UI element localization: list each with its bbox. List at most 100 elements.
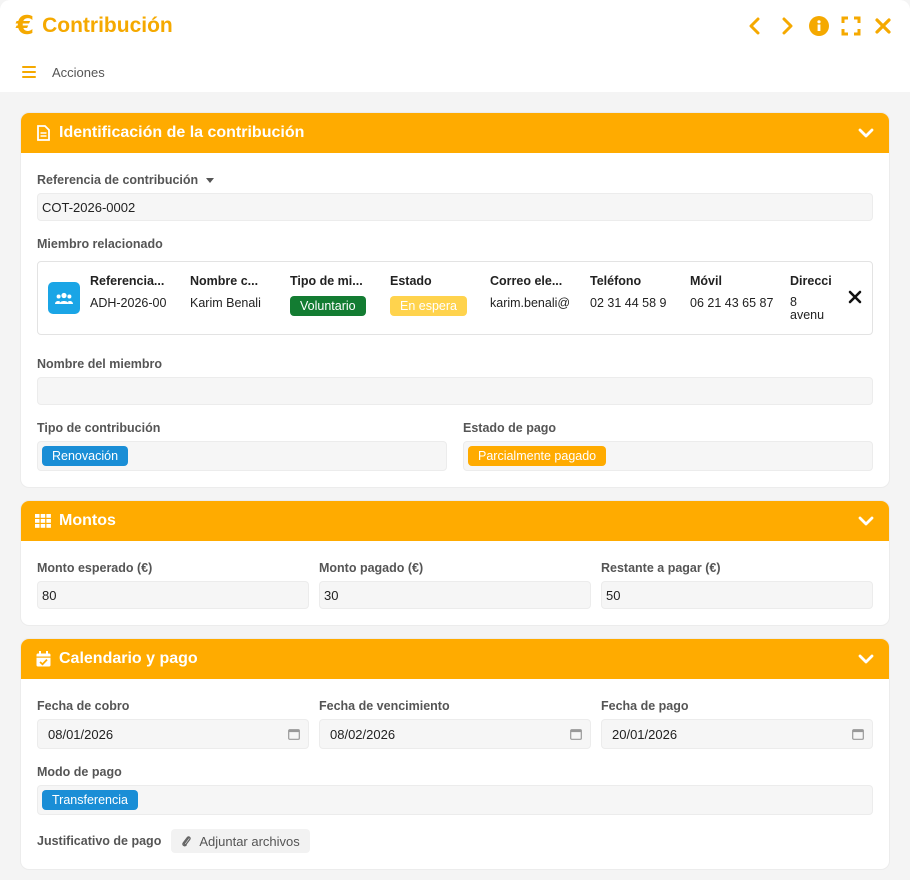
collect-date-label: Fecha de cobro: [37, 699, 130, 713]
calendar-icon[interactable]: [852, 728, 864, 740]
member-header: Tipo de mi...: [290, 274, 363, 288]
member-col-name: Nombre c... Karim Benali: [190, 274, 290, 322]
member-col-email: Correo ele... karim.benali@: [490, 274, 590, 322]
chevron-down-icon[interactable]: [857, 512, 875, 530]
pay-date-field: Fecha de pago 20/01/2026: [601, 699, 873, 749]
caret-down-icon[interactable]: [206, 177, 215, 183]
member-col-reference: Referencia... ADH-2026-00: [90, 274, 190, 322]
document-icon: [35, 125, 51, 141]
type-label: Tipo de contribución: [37, 421, 161, 435]
attach-files-button[interactable]: Adjuntar archivos: [171, 829, 310, 853]
paperclip-icon: [182, 836, 192, 847]
payment-status-select[interactable]: Parcialmente pagado: [463, 441, 873, 471]
section-amounts: Montos Monto esperado (€) 80 Monto pagad…: [21, 501, 889, 625]
member-header: Estado: [390, 274, 432, 288]
member-header: Teléfono: [590, 274, 642, 288]
payment-status-badge: Parcialmente pagado: [468, 446, 607, 466]
close-icon[interactable]: [872, 15, 894, 37]
member-header: Referencia...: [90, 274, 165, 288]
calendar-icon[interactable]: [288, 728, 300, 740]
type-select[interactable]: Renovación: [37, 441, 447, 471]
due-date-label: Fecha de vencimiento: [319, 699, 450, 713]
dates-row: Fecha de cobro 08/01/2026 Fecha de venci…: [37, 699, 873, 749]
section-title: Identificación de la contribución: [59, 124, 305, 141]
section-body-calendar: Fecha de cobro 08/01/2026 Fecha de venci…: [21, 679, 889, 869]
section-calendar: Calendario y pago Fecha de cobro 08/01/2…: [21, 639, 889, 869]
member-header: Móvil: [690, 274, 722, 288]
member-status-badge: En espera: [390, 296, 467, 316]
section-identification: Identificación de la contribución Refere…: [21, 113, 889, 487]
member-name-label: Nombre del miembro: [37, 357, 163, 371]
section-title: Calendario y pago: [59, 650, 198, 667]
remaining-field: Restante a pagar (€) 50: [601, 561, 873, 609]
section-title: Montos: [59, 512, 116, 529]
remove-member-icon[interactable]: [848, 290, 862, 304]
paid-field: Monto pagado (€) 30: [319, 561, 591, 609]
member-phone: 02 31 44 58 9: [590, 296, 667, 310]
expected-label: Monto esperado (€): [37, 561, 153, 575]
contribution-window: € Contribución Acciones Identificación d…: [0, 0, 910, 880]
member-type-badge: Voluntario: [290, 296, 366, 316]
info-icon[interactable]: [808, 15, 830, 37]
calendar-check-icon: [35, 651, 51, 667]
actions-menu[interactable]: Acciones: [52, 65, 105, 80]
member-reference: ADH-2026-00: [90, 296, 167, 310]
pay-date-label: Fecha de pago: [601, 699, 689, 713]
collect-date-value: 08/01/2026: [48, 726, 114, 742]
toolbar: Acciones: [0, 52, 910, 92]
window-actions: [744, 15, 894, 37]
member-col-status: Estado En espera: [390, 274, 490, 322]
due-date-field: Fecha de vencimiento 08/02/2026: [319, 699, 591, 749]
remaining-input[interactable]: 50: [601, 581, 873, 609]
expected-field: Monto esperado (€) 80: [37, 561, 309, 609]
proof-label: Justificativo de pago: [37, 834, 162, 848]
paid-label: Monto pagado (€): [319, 561, 424, 575]
member-header: Correo ele...: [490, 274, 563, 288]
titlebar: € Contribución: [0, 0, 910, 52]
member-address: 8 avenu 31000 T: [790, 296, 825, 322]
expected-input[interactable]: 80: [37, 581, 309, 609]
calendar-icon[interactable]: [570, 728, 582, 740]
reference-label-text: Referencia de contribución: [37, 173, 199, 187]
member-mobile: 06 21 43 65 87: [690, 296, 774, 310]
chevron-down-icon[interactable]: [857, 650, 875, 668]
amounts-row: Monto esperado (€) 80 Monto pagado (€) 3…: [37, 561, 873, 609]
section-header-amounts[interactable]: Montos: [21, 501, 889, 541]
member-name-input[interactable]: [37, 377, 873, 405]
chevron-right-icon[interactable]: [776, 15, 798, 37]
collect-date-input[interactable]: 08/01/2026: [37, 719, 309, 749]
member-type: Voluntario: [290, 296, 384, 316]
section-header-calendar[interactable]: Calendario y pago: [21, 639, 889, 679]
chevron-down-icon[interactable]: [857, 124, 875, 142]
attach-files-label: Adjuntar archivos: [199, 833, 300, 849]
section-header-identification[interactable]: Identificación de la contribución: [21, 113, 889, 153]
section-body-amounts: Monto esperado (€) 80 Monto pagado (€) 3…: [21, 541, 889, 625]
payment-status-field: Estado de pago Parcialmente pagado: [463, 421, 873, 471]
payment-status-label: Estado de pago: [463, 421, 557, 435]
users-icon: [48, 282, 80, 314]
due-date-input[interactable]: 08/02/2026: [319, 719, 591, 749]
member-header: Nombre c...: [190, 274, 259, 288]
remaining-label: Restante a pagar (€): [601, 561, 721, 575]
euro-icon: €: [16, 11, 35, 41]
chevron-left-icon[interactable]: [744, 15, 766, 37]
reference-input[interactable]: COT-2026-0002: [37, 193, 873, 221]
member-header: Direcci: [790, 274, 832, 288]
type-field: Tipo de contribución Renovación: [37, 421, 447, 471]
menu-icon[interactable]: [22, 66, 36, 78]
grid-icon: [35, 513, 51, 529]
collect-date-field: Fecha de cobro 08/01/2026: [37, 699, 309, 749]
member-col-address: Direcci 8 avenu 31000 T: [790, 274, 838, 322]
member-email: karim.benali@: [490, 296, 571, 310]
fullscreen-icon[interactable]: [840, 15, 862, 37]
payment-mode-select[interactable]: Transferencia: [37, 785, 873, 815]
pay-date-input[interactable]: 20/01/2026: [601, 719, 873, 749]
paid-input[interactable]: 30: [319, 581, 591, 609]
proof-row: Justificativo de pago Adjuntar archivos: [37, 829, 873, 853]
payment-mode-label: Modo de pago: [37, 765, 122, 779]
reference-label[interactable]: Referencia de contribución: [37, 173, 873, 187]
member-status: En espera: [390, 296, 484, 316]
member-name: Karim Benali: [190, 296, 261, 310]
type-status-row: Tipo de contribución Renovación Estado d…: [37, 421, 873, 471]
member-card[interactable]: Referencia... ADH-2026-00 Nombre c... Ka…: [37, 261, 873, 335]
